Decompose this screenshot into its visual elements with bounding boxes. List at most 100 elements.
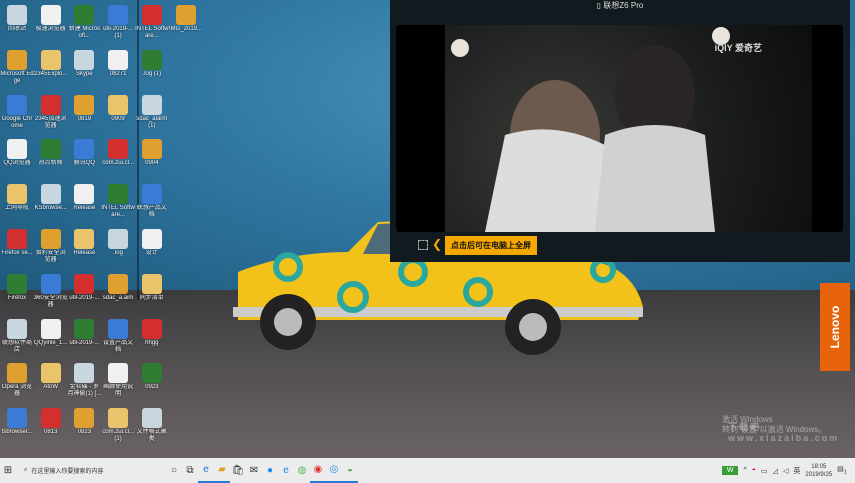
desktop-icon-label: INTEL Software...	[101, 205, 135, 219]
desktop-icon-label: AtoW	[43, 384, 59, 391]
360-browser-icon[interactable]: ◍	[294, 458, 310, 483]
file-icon	[7, 229, 27, 249]
clock[interactable]: 18:05 2019/9/25	[805, 463, 832, 479]
desktop-icon[interactable]: 金软碟 - 岁月神偷(1) [...	[67, 361, 101, 406]
desktop-icon[interactable]: 猎豹安全浏览器	[34, 227, 68, 272]
ie-taskbar-icon[interactable]: e	[278, 458, 294, 483]
qq-browser-taskbar-icon[interactable]: ◎	[326, 458, 342, 483]
desktop-icon[interactable]: sdac_a.aim	[101, 272, 135, 317]
projection-app-icon[interactable]: ◒	[342, 458, 358, 483]
desktop-icon[interactable]: hhgg	[135, 317, 169, 362]
file-icon	[40, 408, 61, 429]
battery-icon[interactable]: ▭	[761, 467, 768, 475]
desktop-icon[interactable]: sdac_alarm (1)	[135, 93, 169, 138]
desktop-icon-label: Microsoft Edge	[0, 70, 34, 84]
battery-tray-icon[interactable]: W	[721, 466, 739, 475]
store-icon[interactable]: 🛍	[230, 458, 246, 483]
desktop-icon[interactable]: 联想产品文档	[135, 182, 169, 227]
desktop-icon[interactable]: 新建 Microsoft...	[67, 3, 101, 48]
desktop-icon-label: sdac_a.aim	[102, 294, 134, 301]
file-icon	[141, 273, 162, 294]
cortana-icon[interactable]: ○	[166, 458, 182, 483]
notification-icon[interactable]: ▤1	[837, 465, 847, 475]
desktop-icon-label: Firefox se...	[1, 250, 33, 256]
fullscreen-icon[interactable]	[418, 240, 428, 250]
desktop-icon[interactable]: INTEL Software...	[101, 182, 135, 227]
desktop-icon[interactable]: 0819	[67, 93, 101, 138]
desktop-icon-label: 上网导航	[4, 205, 29, 212]
desktop-icon[interactable]: 360安全浏览器	[34, 272, 68, 317]
desktop-icon[interactable]: QQyinle_1...	[34, 317, 68, 362]
desktop-icon[interactable]: util-2019-... (1)	[101, 3, 135, 48]
file-icon	[141, 139, 162, 160]
desktop-icon[interactable]: Opera 浏览器	[0, 361, 34, 406]
desktop-icon[interactable]: 同步清单	[135, 272, 169, 317]
desktop-icon[interactable]: KSbrowse...	[34, 182, 68, 227]
desktop-icon[interactable]: 联想软件商店	[0, 317, 34, 362]
desktop-icon-label: 0904	[145, 160, 159, 167]
chrome-taskbar-icon[interactable]: ◉	[310, 458, 326, 483]
desktop-icon[interactable]: 腾讯QQ	[67, 137, 101, 182]
desktop-icon[interactable]: .log	[101, 227, 135, 272]
desktop-icon-label: 热点新闻	[38, 160, 63, 167]
desktop-icon[interactable]: 2345加速浏览器	[34, 93, 68, 138]
mail-icon[interactable]: ✉	[246, 458, 262, 483]
desktop-icon[interactable]: Microsoft Edge	[0, 48, 34, 93]
desktop-icon[interactable]: 热点新闻	[34, 137, 68, 182]
desktop-icon-label: 2345加速浏览器	[35, 115, 67, 129]
desktop-icon[interactable]: Release	[67, 227, 101, 272]
desktop-icon[interactable]: com.zui.cl...	[101, 137, 135, 182]
desktop-icon[interactable]: 0904	[135, 137, 169, 182]
chevron-up-icon[interactable]: ^	[743, 467, 746, 474]
desktop-icon[interactable]: 回收站	[0, 3, 34, 48]
desktop-icon-label: KSbrowse...	[34, 205, 67, 212]
lenovo-side-tab[interactable]: Lenovo	[820, 283, 850, 371]
browser-taskbar-icon[interactable]: ●	[262, 458, 278, 483]
desktop-icon[interactable]: 设置产品文档	[101, 317, 135, 362]
desktop-icon[interactable]: 08271	[101, 48, 135, 93]
edge-taskbar-icon[interactable]: e	[198, 458, 214, 483]
video-area[interactable]: iQIY 爱奇艺	[396, 25, 843, 232]
ime-indicator[interactable]: 英	[793, 466, 800, 476]
desktop-icon[interactable]: 极速浏览器	[34, 3, 68, 48]
desktop-icon[interactable]: Skype	[67, 48, 101, 93]
file-icon	[141, 408, 162, 429]
volume-icon[interactable]: ◁	[783, 467, 788, 475]
desktop-icon[interactable]: 0909	[101, 93, 135, 138]
desktop-icon[interactable]: 上网导航	[0, 182, 34, 227]
file-icon	[108, 408, 129, 429]
desktop-icon[interactable]: tsbrowser...	[0, 406, 34, 451]
desktop-icon[interactable]: 文件格式聚类	[135, 406, 169, 451]
desktop-icon[interactable]: util-2019-...	[67, 272, 101, 317]
desktop-icon[interactable]: AtoW	[34, 361, 68, 406]
desktop-icon[interactable]: QQ浏览器	[0, 137, 34, 182]
desktop-icon[interactable]: Firefox se...	[0, 227, 34, 272]
search-box[interactable]: ⌕ 在这里输入你要搜索的内容	[16, 458, 166, 483]
desktop-icon[interactable]: 0823	[67, 406, 101, 451]
desktop-icon-label: tsbrowser...	[1, 429, 33, 436]
file-explorer-icon[interactable]: ▰	[214, 458, 230, 483]
desktop-icon[interactable]: 2345Explo...	[34, 48, 68, 93]
system-tray: W ^ ◓ ▭ ◿ ◁ 英 18:05 2019/9/25 ▤1	[721, 463, 855, 479]
start-button[interactable]: ⊞	[0, 458, 16, 483]
desktop-icon[interactable]: Google Chrome	[0, 93, 34, 138]
desktop-icon[interactable]: INTEL Software...	[135, 3, 169, 48]
network-icon[interactable]: ◿	[773, 467, 778, 475]
desktop-icon[interactable]: Firefox	[0, 272, 34, 317]
desktop-icon[interactable]: IMG_2019...	[169, 3, 203, 48]
desktop-icon[interactable]: 0923	[135, 361, 169, 406]
desktop-icon-label: 0909	[111, 115, 125, 122]
desktop-icon[interactable]: .log (1)	[135, 48, 169, 93]
desktop-icon[interactable]: com.zui.cl... (1)	[101, 406, 135, 451]
file-icon	[40, 363, 61, 384]
qq-tray-icon[interactable]: ◓	[752, 467, 756, 474]
desktop-icon-label: hhgg	[145, 339, 159, 346]
desktop-icon[interactable]: util-2019-...	[67, 317, 101, 362]
task-view-icon[interactable]: ⧉	[182, 458, 198, 483]
desktop-icon[interactable]: 画廊使用说明	[101, 361, 135, 406]
file-icon	[7, 273, 27, 294]
desktop-icon[interactable]: 设计	[135, 227, 169, 272]
file-icon	[40, 139, 61, 160]
desktop-icon[interactable]: 0813	[34, 406, 68, 451]
desktop-icon[interactable]: Release	[67, 182, 101, 227]
